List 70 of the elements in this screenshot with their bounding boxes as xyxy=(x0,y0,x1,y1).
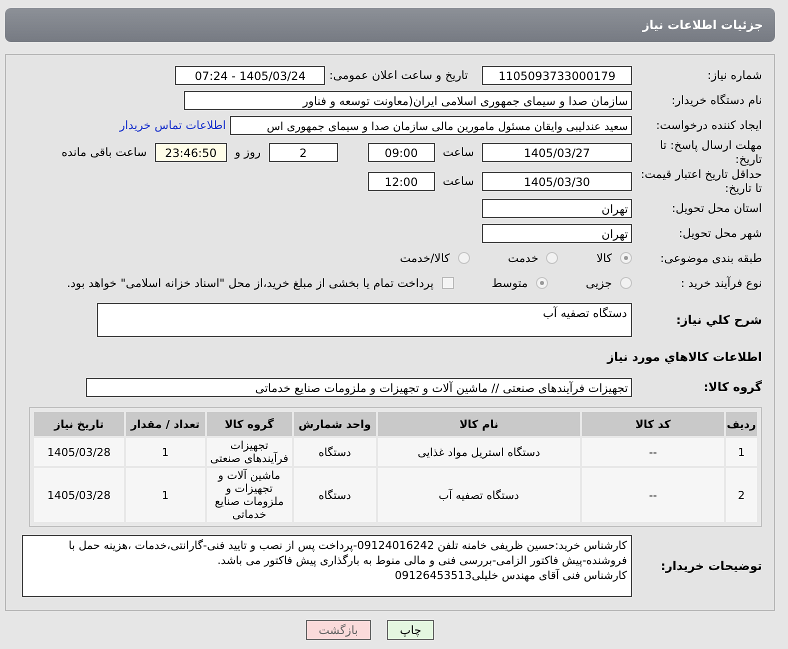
description-field[interactable]: دستگاه تصفیه آب xyxy=(97,303,632,337)
table-cell: -- xyxy=(582,438,724,466)
goods-group-field[interactable]: تجهیزات فرآیندهای صنعتی // ماشین آلات و تجهیزات و ملزومات صنایع خدماتی xyxy=(86,378,632,396)
radio-label: جزیی xyxy=(586,276,612,290)
days-label: روز و xyxy=(234,145,261,159)
field-label: استان محل تحویل: xyxy=(670,201,763,215)
radio-button[interactable] xyxy=(620,277,632,289)
buyer-notes-field[interactable]: کارشناس خرید:حسین ظریفی خامنه تلفن 09124016242-پرداخت پس از نصب و تایید فنی-گارانتی،خدمات ،هزینه حمل با فروشنده-پیش فاکتور الزامی-بررسی فنی و مالی منوط به بارگذاری پیش فاکتور می باشد. کارشناس فنی آقای مهندس خلیلی09126453513 xyxy=(22,535,632,597)
radio-label: متوسط xyxy=(492,276,528,290)
table-cell: 1 xyxy=(126,438,205,466)
page-title: جزئیات اطلاعات نیاز xyxy=(642,18,763,32)
field-label: تاریخ و ساعت اعلان عمومی: xyxy=(329,68,468,82)
field-label: مهلت ارسال پاسخ: تا تاریخ: xyxy=(658,138,763,166)
column-header: ردیف xyxy=(726,412,757,436)
field-label: نام دستگاه خریدار: xyxy=(670,93,763,107)
table-cell: ماشین آلات و تجهیزات و ملزومات صنایع خدماتی xyxy=(206,468,292,522)
radio-button[interactable] xyxy=(546,252,558,264)
table-cell: دستگاه تصفیه آب xyxy=(378,468,580,522)
table-cell: 2 xyxy=(726,468,757,522)
field-label: نوع فرآیند خرید : xyxy=(680,276,763,290)
column-header: گروه کالا xyxy=(206,412,292,436)
table-cell: 1405/03/28 xyxy=(34,468,124,522)
field-label: گروه کالا: xyxy=(702,380,763,394)
time-field[interactable]: 09:00 xyxy=(368,142,435,162)
column-header: تعداد / مقدار xyxy=(126,412,205,436)
section-heading: اطلاعات کالاهاي مورد نياز xyxy=(607,350,762,364)
remaining-label: ساعت باقی مانده xyxy=(62,145,147,159)
remaining-time-field: 23:46:50 xyxy=(154,142,227,162)
radio-button[interactable] xyxy=(620,252,632,264)
radio-label: کالا/خدمت xyxy=(400,251,450,265)
field-label: شهر محل تحویل: xyxy=(678,226,763,240)
date-field[interactable]: 1405/03/30 xyxy=(482,172,632,190)
announce-date-field[interactable]: 1405/03/24 - 07:24 xyxy=(175,66,326,84)
radio-button[interactable] xyxy=(536,277,548,289)
table-cell: 1 xyxy=(126,468,205,522)
table-cell: 1405/03/28 xyxy=(34,438,124,466)
print-button[interactable]: چاپ xyxy=(386,620,434,640)
requester-field[interactable]: سعید عندلیبی وایقان مسئول مامورین مالی سازمان صدا و سیمای جمهوری اس xyxy=(230,116,632,134)
table-cell: تجهیزات فرآیندهای صنعتی xyxy=(206,438,292,466)
field-label: شرح کلي نياز: xyxy=(675,313,763,327)
table-cell: دستگاه xyxy=(294,468,376,522)
days-field[interactable]: 2 xyxy=(268,142,338,162)
need-number-field[interactable]: 1105093733000179 xyxy=(482,66,632,84)
table-cell: 1 xyxy=(726,438,757,466)
date-field[interactable]: 1405/03/27 xyxy=(482,142,632,162)
field-label: ایجاد کننده درخواست: xyxy=(655,118,763,132)
field-label: حداقل تاریخ اعتبار قیمت: تا تاریخ: xyxy=(640,167,763,195)
checkbox-label: پرداخت تمام یا بخشی از مبلغ خرید،از محل "اسناد خزانه اسلامی" خواهد بود. xyxy=(66,276,434,290)
checkbox[interactable] xyxy=(442,277,454,289)
time-label: ساعت xyxy=(442,174,474,188)
field-label: طبقه بندی موضوعی: xyxy=(659,251,763,265)
radio-label: کالا xyxy=(596,251,612,265)
time-field[interactable]: 12:00 xyxy=(368,172,435,190)
column-header: واحد شمارش xyxy=(294,412,376,436)
column-header: نام کالا xyxy=(378,412,580,436)
field-label: شماره نیاز: xyxy=(706,68,763,82)
city-field[interactable]: تهران xyxy=(482,224,632,242)
province-field[interactable]: تهران xyxy=(482,198,632,218)
buyer-org-field[interactable]: سازمان صدا و سیمای جمهوری اسلامی ایران(معاونت توسعه و فناور xyxy=(184,90,632,110)
column-header: تاریخ نیاز xyxy=(34,412,124,436)
column-header: کد کالا xyxy=(582,412,724,436)
time-label: ساعت xyxy=(442,145,474,159)
radio-label: خدمت xyxy=(508,251,538,265)
contact-link[interactable]: اطلاعات تماس خریدار xyxy=(119,118,226,132)
table-cell: دستگاه استریل مواد غذایی xyxy=(378,438,580,466)
field-label: توضیحات خریدار: xyxy=(660,559,763,573)
radio-button[interactable] xyxy=(458,252,470,264)
table-cell: دستگاه xyxy=(294,438,376,466)
table-cell: -- xyxy=(582,468,724,522)
back-button[interactable]: بازگشت xyxy=(306,620,371,640)
